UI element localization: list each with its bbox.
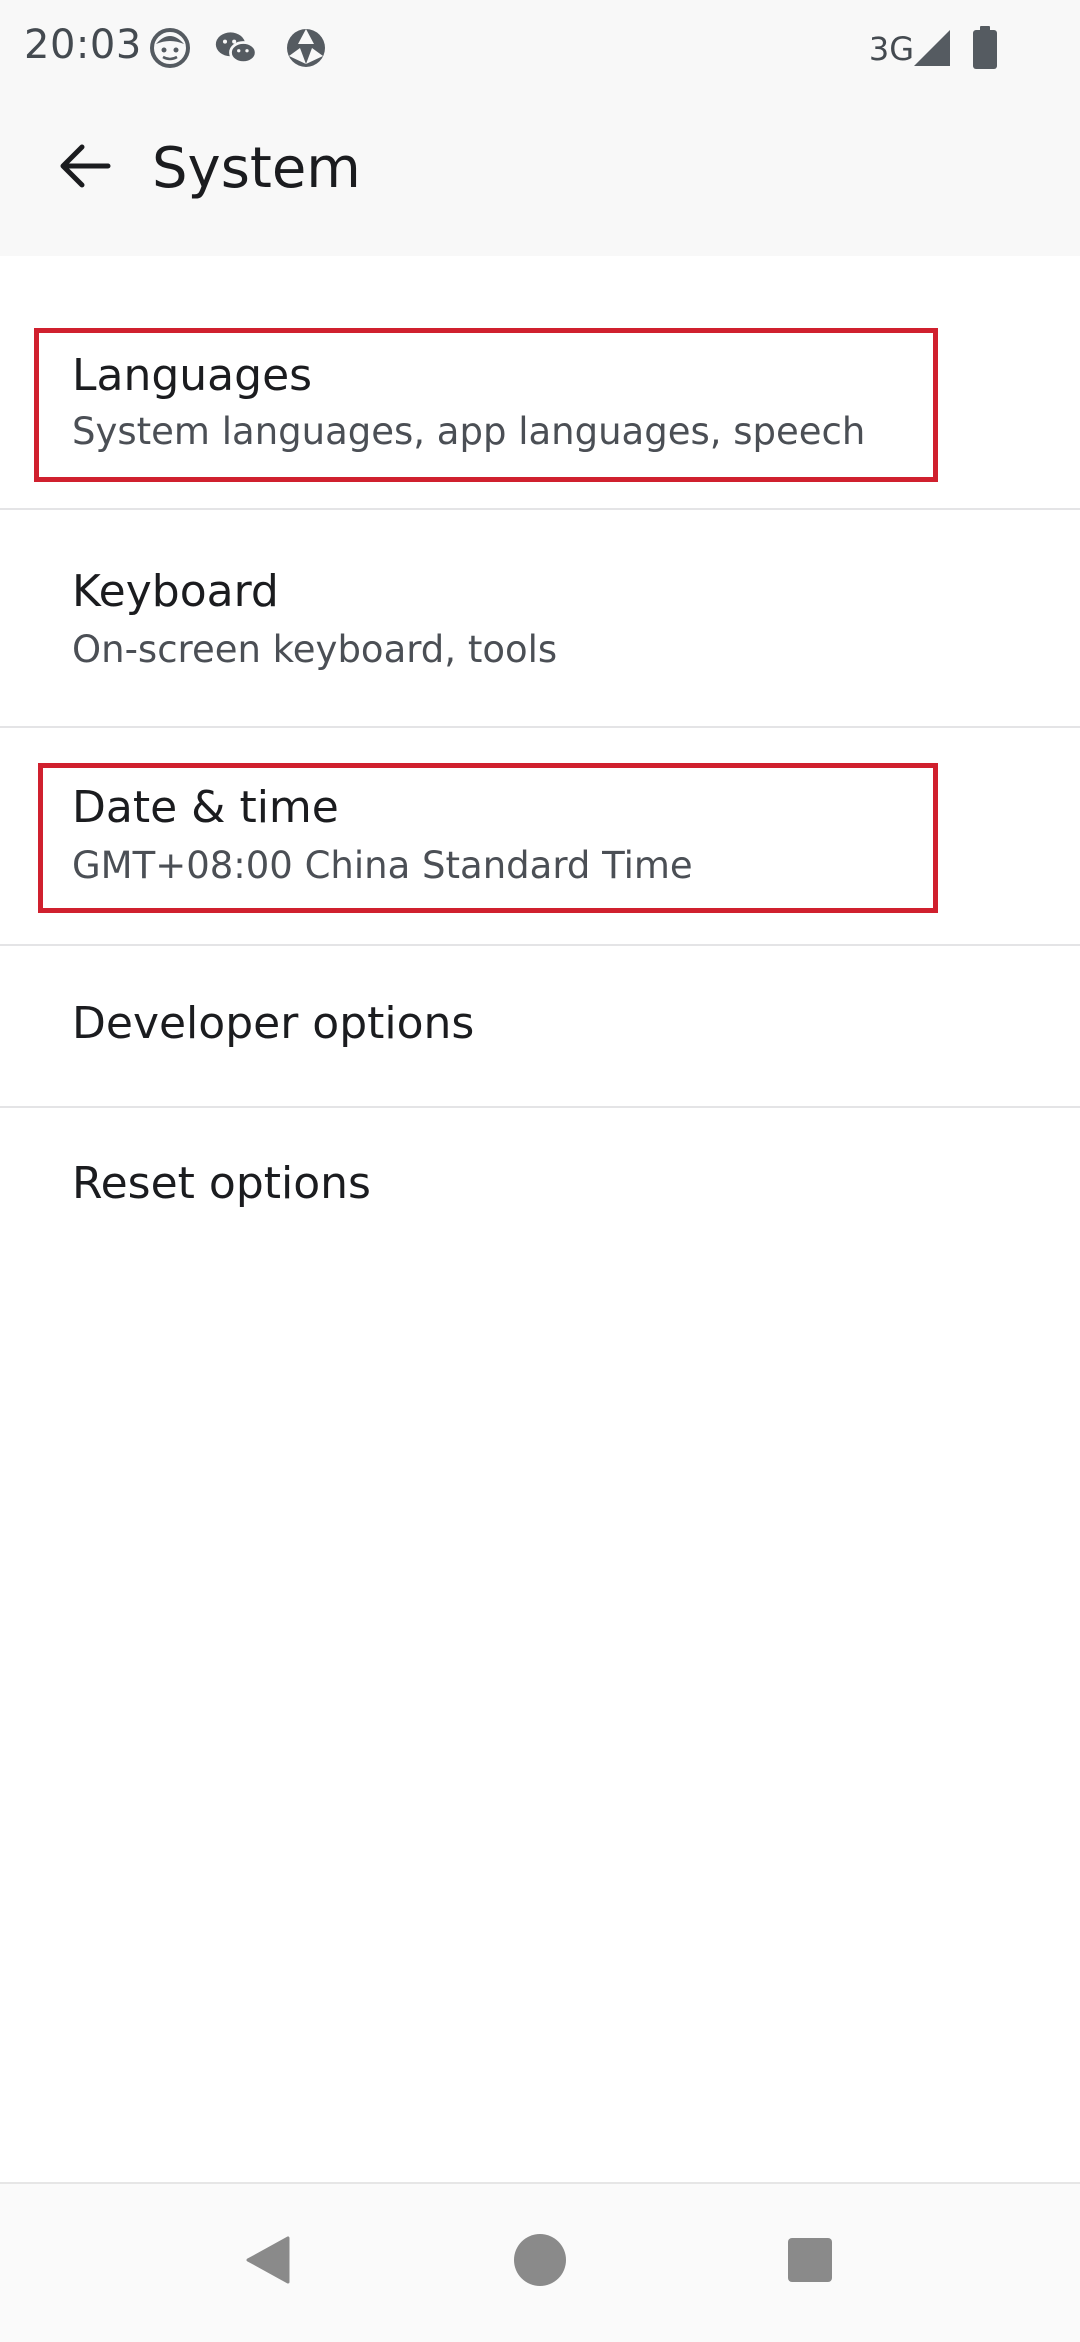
battery-icon — [973, 26, 997, 69]
languages-item[interactable]: Languages System languages, app language… — [0, 256, 1080, 510]
nav-home-button[interactable] — [500, 2220, 580, 2300]
keyboard-title: Keyboard — [72, 566, 279, 617]
date-time-item[interactable]: Date & time GMT+08:00 China Standard Tim… — [0, 728, 1080, 946]
network-type: 3G — [868, 30, 914, 68]
developer-options-title: Developer options — [72, 998, 475, 1049]
page-title: System — [152, 136, 361, 201]
navigation-bar — [0, 2182, 1080, 2342]
screen: 20:03 3G System Languages System languag… — [0, 0, 1080, 2342]
browser-icon — [287, 29, 325, 67]
reset-options-title: Reset options — [72, 1158, 371, 1209]
app-bar: System — [0, 96, 1080, 256]
status-time: 20:03 — [24, 22, 142, 68]
status-bar: 20:03 3G — [0, 0, 1080, 96]
languages-subtitle: System languages, app languages, speech — [72, 410, 866, 453]
date-time-title: Date & time — [72, 782, 339, 833]
nav-home-icon — [514, 2234, 566, 2286]
keyboard-item[interactable]: Keyboard On-screen keyboard, tools — [0, 510, 1080, 728]
date-time-subtitle: GMT+08:00 China Standard Time — [72, 844, 693, 887]
languages-title: Languages — [72, 350, 313, 401]
back-button[interactable] — [44, 126, 124, 206]
wechat-icon — [215, 32, 258, 65]
keyboard-subtitle: On-screen keyboard, tools — [72, 628, 558, 671]
reset-options-item[interactable]: Reset options — [0, 1108, 1080, 1270]
nav-back-icon — [246, 2236, 290, 2284]
settings-list: Languages System languages, app language… — [0, 256, 1080, 1270]
nav-recents-icon — [788, 2238, 832, 2282]
nav-back-button[interactable] — [228, 2220, 308, 2300]
face-notification-icon — [150, 28, 190, 68]
nav-recents-button[interactable] — [770, 2220, 850, 2300]
signal-icon — [914, 30, 950, 66]
developer-options-item[interactable]: Developer options — [0, 946, 1080, 1108]
arrow-back-icon — [60, 144, 111, 188]
